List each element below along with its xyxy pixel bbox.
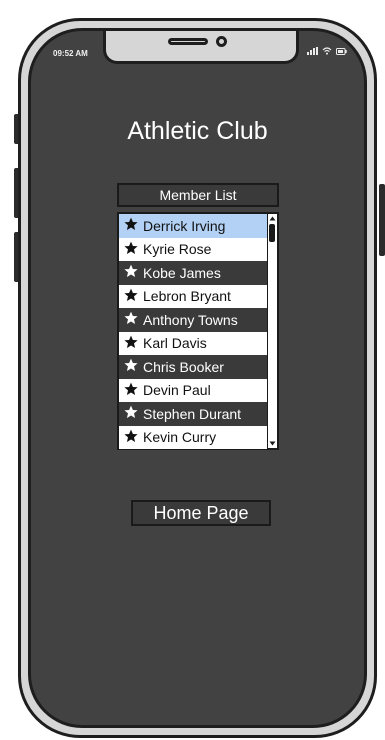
- list-item[interactable]: Karl Davis: [119, 331, 267, 355]
- list-item-label: Kobe James: [143, 264, 221, 281]
- star-icon: [124, 382, 138, 399]
- list-item-label: Lebron Bryant: [143, 288, 231, 305]
- list-item[interactable]: Anthony Towns: [119, 308, 267, 332]
- phone-frame: 09:52 AM Athletic Club Member List Derri…: [18, 18, 377, 738]
- list-item[interactable]: Devin Paul: [119, 378, 267, 402]
- list-item-label: Kevin Curry: [143, 429, 217, 446]
- list-item[interactable]: Derrick Irving: [119, 214, 267, 238]
- speaker-icon: [168, 38, 208, 45]
- wifi-icon: [322, 47, 332, 55]
- list-item[interactable]: Kobe James: [119, 261, 267, 285]
- scroll-thumb[interactable]: [269, 224, 275, 242]
- power-button: [379, 184, 385, 256]
- list-item[interactable]: Kevin Curry: [119, 425, 267, 449]
- list-item-label: Anthony Towns: [143, 311, 238, 328]
- list-item[interactable]: Kyrie Rose: [119, 237, 267, 261]
- home-page-button[interactable]: Home Page: [131, 500, 271, 526]
- status-icons: [307, 47, 347, 55]
- star-icon: [124, 358, 138, 375]
- star-icon: [124, 405, 138, 422]
- scroll-down-arrow-icon[interactable]: [268, 439, 277, 448]
- star-icon: [124, 264, 138, 281]
- star-icon: [124, 288, 138, 305]
- star-icon: [124, 311, 138, 328]
- status-time: 09:52 AM: [53, 49, 88, 58]
- list-item-label: Kyrie Rose: [143, 241, 212, 258]
- star-icon: [124, 241, 138, 258]
- star-icon: [124, 335, 138, 352]
- list-item-label: Devin Paul: [143, 382, 211, 399]
- signal-icon: [307, 47, 318, 55]
- list-item-label: Karl Davis: [143, 335, 207, 352]
- list-item[interactable]: Lebron Bryant: [119, 284, 267, 308]
- member-list-header: Member List: [117, 183, 279, 207]
- member-listbox[interactable]: Derrick Irving Kyrie Rose Kobe James Lebron…: [117, 212, 279, 450]
- phone-screen: 09:52 AM Athletic Club Member List Derri…: [28, 28, 367, 728]
- star-icon: [124, 429, 138, 446]
- page-title: Athletic Club: [127, 117, 268, 145]
- scroll-up-arrow-icon[interactable]: [268, 214, 277, 223]
- list-item-label: Stephen Durant: [143, 405, 242, 422]
- battery-icon: [336, 48, 347, 55]
- scrollbar[interactable]: [267, 214, 277, 448]
- list-item[interactable]: Stephen Durant: [119, 402, 267, 426]
- notch: [103, 31, 299, 64]
- list-item[interactable]: Chris Booker: [119, 355, 267, 379]
- list-item-label: Chris Booker: [143, 358, 224, 375]
- camera-icon: [216, 36, 227, 47]
- list-item-label: Derrick Irving: [143, 217, 226, 234]
- star-icon: [124, 217, 138, 234]
